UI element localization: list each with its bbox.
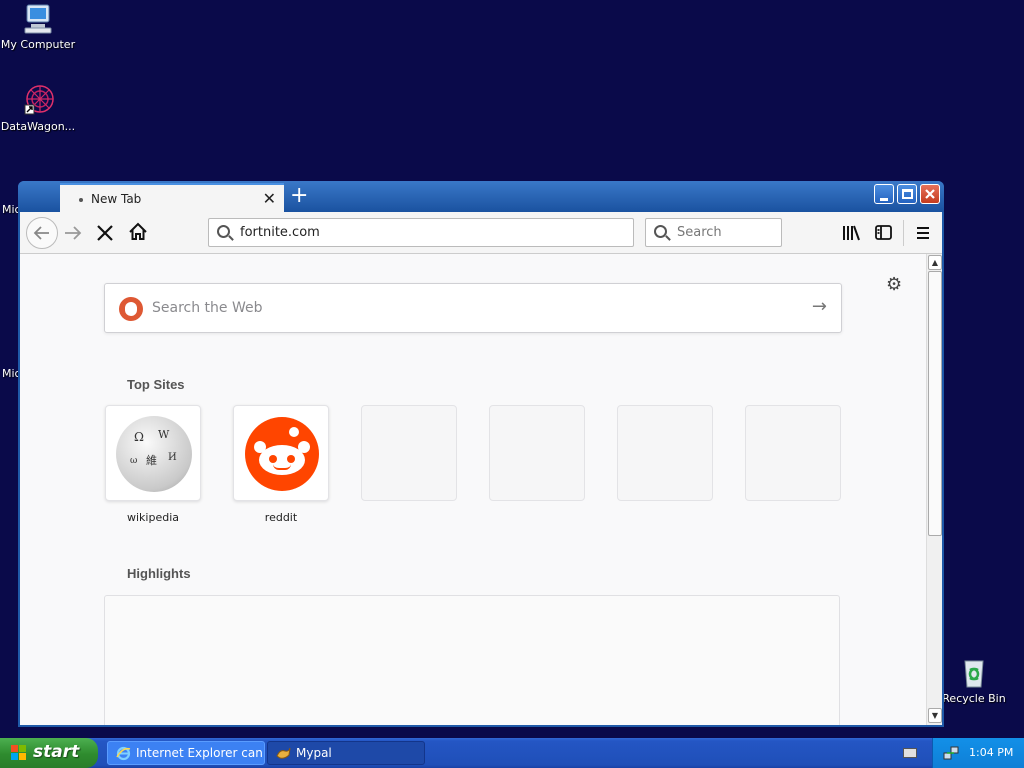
taskbar-item-label: Mypal	[296, 746, 332, 760]
my-computer-icon	[21, 3, 55, 35]
back-arrow-icon	[33, 226, 49, 240]
close-window-button[interactable]	[920, 184, 940, 204]
sidebar-icon[interactable]	[874, 224, 894, 242]
address-text: fortnite.com	[240, 225, 320, 240]
search-icon	[217, 225, 230, 238]
minimize-button[interactable]	[874, 184, 894, 204]
maximize-icon	[902, 189, 913, 199]
hamburger-menu-icon[interactable]	[914, 224, 932, 242]
scroll-up-icon[interactable]: ▲	[928, 255, 942, 270]
browser-window: New Tab ✕ + fortnite.com Search ⚙ Search…	[18, 181, 944, 727]
reddit-smile	[273, 464, 291, 470]
top-site-label: reddit	[264, 511, 298, 524]
home-icon[interactable]	[128, 222, 148, 242]
datawagon-icon	[21, 85, 55, 117]
keyboard-icon[interactable]	[903, 748, 917, 758]
system-tray: 1:04 PM	[932, 738, 1024, 768]
tab-close-icon[interactable]: ✕	[263, 189, 276, 208]
new-tab-button[interactable]: +	[290, 182, 308, 210]
maximize-button[interactable]	[897, 184, 917, 204]
address-bar[interactable]: fortnite.com	[208, 218, 634, 247]
web-search-placeholder: Search the Web	[152, 300, 263, 316]
forward-arrow-icon[interactable]	[62, 222, 84, 244]
top-site-tile-wikipedia[interactable]: Ω W 維 И ω	[105, 405, 201, 501]
minimize-icon	[880, 198, 888, 201]
network-icon[interactable]	[943, 745, 959, 761]
recycle-bin-icon	[957, 657, 991, 689]
start-button[interactable]: start	[0, 738, 98, 768]
toolbar-divider	[903, 220, 904, 246]
reddit-alien-icon	[245, 417, 319, 491]
internet-explorer-icon	[116, 746, 131, 761]
search-input[interactable]: Search	[645, 218, 782, 247]
windows-logo-icon	[11, 745, 28, 761]
arrow-right-icon[interactable]: →	[812, 296, 827, 317]
highlights-panel	[104, 595, 840, 725]
mypal-icon	[276, 747, 291, 759]
reddit-face	[259, 445, 305, 475]
wikipedia-globe-icon: Ω W 維 И ω	[116, 416, 192, 492]
tab-title: New Tab	[91, 192, 142, 206]
vertical-scrollbar[interactable]: ▲ ▼	[926, 254, 942, 725]
start-label: start	[33, 742, 80, 762]
top-site-tile-reddit[interactable]	[233, 405, 329, 501]
gear-icon[interactable]: ⚙	[886, 274, 902, 295]
desktop-icon-label: My Computer	[0, 38, 76, 51]
taskbar-item-mypal[interactable]: Mypal	[267, 741, 425, 765]
clock[interactable]: 1:04 PM	[969, 746, 1013, 759]
library-icon[interactable]	[841, 224, 861, 242]
scroll-down-icon[interactable]: ▼	[928, 708, 942, 723]
desktop-icon-label: Recycle Bin	[942, 692, 1006, 705]
taskbar-item-label: Internet Explorer can...	[136, 746, 265, 760]
search-placeholder: Search	[677, 225, 722, 240]
web-search-box[interactable]: Search the Web →	[104, 283, 842, 333]
reddit-antenna	[289, 427, 299, 437]
new-tab-page: ⚙ Search the Web → Top Sites Ω W 維 И ω w…	[20, 254, 926, 725]
title-bar[interactable]: New Tab ✕ +	[18, 181, 944, 213]
top-site-tile-empty	[745, 405, 841, 501]
tab-new-tab[interactable]: New Tab ✕	[60, 183, 284, 213]
scrollbar-thumb[interactable]	[928, 271, 942, 536]
top-sites-heading: Top Sites	[127, 377, 185, 392]
close-icon	[925, 189, 935, 199]
reddit-eye	[287, 455, 295, 463]
top-site-label: wikipedia	[126, 511, 179, 524]
search-icon	[654, 225, 667, 238]
highlights-heading: Highlights	[127, 566, 191, 581]
top-site-tile-empty	[617, 405, 713, 501]
desktop-icon-my-computer[interactable]: My Computer	[0, 3, 78, 51]
top-site-tile-empty	[361, 405, 457, 501]
taskbar: start Internet Explorer can... Mypal 1:0…	[0, 738, 1024, 768]
desktop-icon-label: DataWagon...	[0, 120, 76, 133]
loading-dot-icon	[79, 198, 83, 202]
duckduckgo-icon	[119, 297, 143, 321]
desktop-icon-recycle-bin[interactable]: Recycle Bin	[934, 657, 1014, 705]
top-site-tile-empty	[489, 405, 585, 501]
desktop-icon-datawagon[interactable]: DataWagon...	[0, 85, 78, 133]
reddit-eye	[269, 455, 277, 463]
taskbar-item-internet-explorer[interactable]: Internet Explorer can...	[107, 741, 265, 765]
nav-toolbar: fortnite.com Search	[20, 212, 942, 254]
back-button[interactable]	[26, 217, 58, 249]
stop-icon[interactable]	[95, 223, 115, 243]
